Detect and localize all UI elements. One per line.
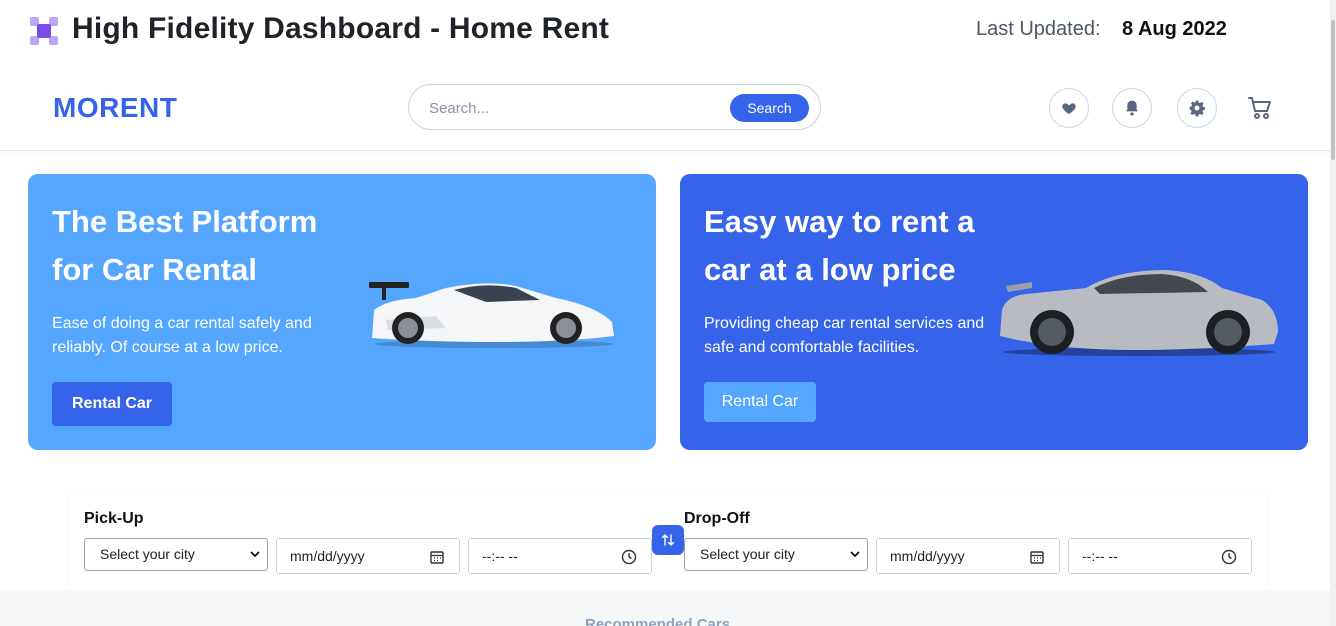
favorites-button[interactable] [1049, 88, 1089, 128]
dropoff-city-value: Select your city [700, 546, 795, 562]
pickup-label: Pick-Up [84, 510, 144, 527]
calendar-icon[interactable] [429, 549, 445, 565]
last-updated-date: 8 Aug 2022 [1122, 18, 1227, 40]
title-bar: High Fidelity Dashboard - Home Rent Last… [0, 0, 1336, 64]
calendar-icon[interactable] [1029, 549, 1045, 565]
hero-title: Easy way to rent a car at a low price [704, 204, 975, 287]
heart-icon [1062, 103, 1076, 114]
dropoff-time-input[interactable]: --:-- -- [1068, 538, 1252, 574]
chevron-down-icon [850, 551, 860, 558]
rental-car-button[interactable]: Rental Car [704, 382, 816, 422]
scrollbar-thumb[interactable] [1331, 20, 1335, 160]
hero-description: Providing cheap car rental services and … [704, 315, 985, 356]
gear-icon [1189, 100, 1206, 117]
pickup-date-input[interactable]: mm/dd/yyyy [276, 538, 460, 574]
booking-panel: Pick-Up Select your city mm/dd/yyyy --:-… [68, 490, 1268, 590]
navbar: MORENT Search [0, 64, 1336, 151]
hero-card-easy-rent: Easy way to rent a car at a low price Pr… [680, 174, 1308, 450]
notifications-button[interactable] [1112, 88, 1152, 128]
search-button[interactable]: Search [730, 94, 809, 122]
swap-locations-button[interactable] [652, 525, 684, 555]
pickup-time-input[interactable]: --:-- -- [468, 538, 652, 574]
app-logo-icon [30, 17, 58, 45]
pickup-time-value: --:-- -- [482, 548, 518, 564]
pickup-date-value: mm/dd/yyyy [290, 548, 365, 564]
dropoff-city-select[interactable]: Select your city [684, 538, 868, 571]
pickup-city-value: Select your city [100, 546, 195, 562]
swap-arrows-icon [661, 534, 675, 546]
last-updated-label: Last Updated: [976, 18, 1101, 40]
clock-icon[interactable] [1221, 549, 1237, 565]
bell-icon [1126, 100, 1138, 116]
dropoff-label: Drop-Off [684, 510, 750, 527]
hero-card-platform: The Best Platform for Car Rental Ease of… [28, 174, 656, 450]
search-bar: Search [408, 84, 821, 130]
page-title: High Fidelity Dashboard - Home Rent [72, 12, 610, 45]
dropoff-time-value: --:-- -- [1082, 548, 1118, 564]
recommended-title: Recommended Cars [585, 616, 731, 626]
brand-logo[interactable]: MORENT [53, 92, 177, 124]
white-sports-car-image [369, 282, 614, 348]
search-input[interactable] [429, 98, 719, 118]
dropoff-date-value: mm/dd/yyyy [890, 548, 965, 564]
recommended-section: Recommended Cars [0, 590, 1336, 626]
silver-sports-car-image [1000, 270, 1278, 356]
chevron-down-icon [250, 551, 260, 558]
clock-icon[interactable] [621, 549, 637, 565]
hero-title: The Best Platform for Car Rental [52, 204, 318, 287]
cart-icon[interactable] [1247, 95, 1273, 121]
hero-description: Ease of doing a car rental safely and re… [52, 315, 312, 356]
pickup-city-select[interactable]: Select your city [84, 538, 268, 571]
rental-car-button[interactable]: Rental Car [52, 382, 172, 426]
settings-button[interactable] [1177, 88, 1217, 128]
dropoff-date-input[interactable]: mm/dd/yyyy [876, 538, 1060, 574]
